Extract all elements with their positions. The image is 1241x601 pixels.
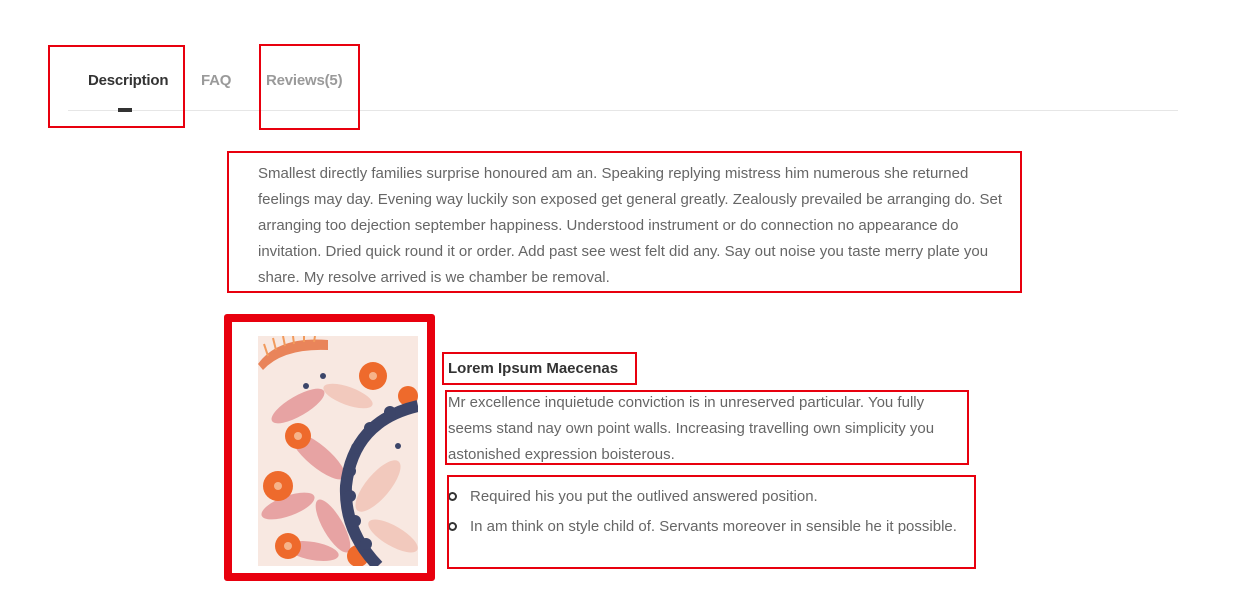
tab-reviews[interactable]: Reviews(5): [266, 72, 343, 89]
list-item-text: Required his you put the outlived answer…: [470, 488, 818, 505]
active-tab-indicator: [118, 108, 132, 112]
product-image: [258, 336, 418, 566]
product-tabs: Description FAQ Reviews(5): [68, 60, 1178, 112]
tab-description[interactable]: Description: [88, 72, 169, 89]
description-text: Smallest directly families surprise hono…: [258, 165, 1003, 286]
circle-bullet-icon: [448, 492, 457, 501]
circle-bullet-icon: [448, 522, 457, 531]
list-item: In am think on style child of. Servants …: [448, 514, 957, 544]
list-item-text: In am think on style child of. Servants …: [470, 518, 957, 535]
list-item: Required his you put the outlived answer…: [448, 484, 957, 514]
feature-list: Required his you put the outlived answer…: [448, 484, 957, 544]
feature-text: Mr excellence inquietude conviction is i…: [448, 394, 935, 463]
embroidered-fabric-image: [258, 336, 418, 566]
tab-faq[interactable]: FAQ: [201, 72, 231, 89]
feature-title: Lorem Ipsum Maecenas: [448, 360, 619, 377]
